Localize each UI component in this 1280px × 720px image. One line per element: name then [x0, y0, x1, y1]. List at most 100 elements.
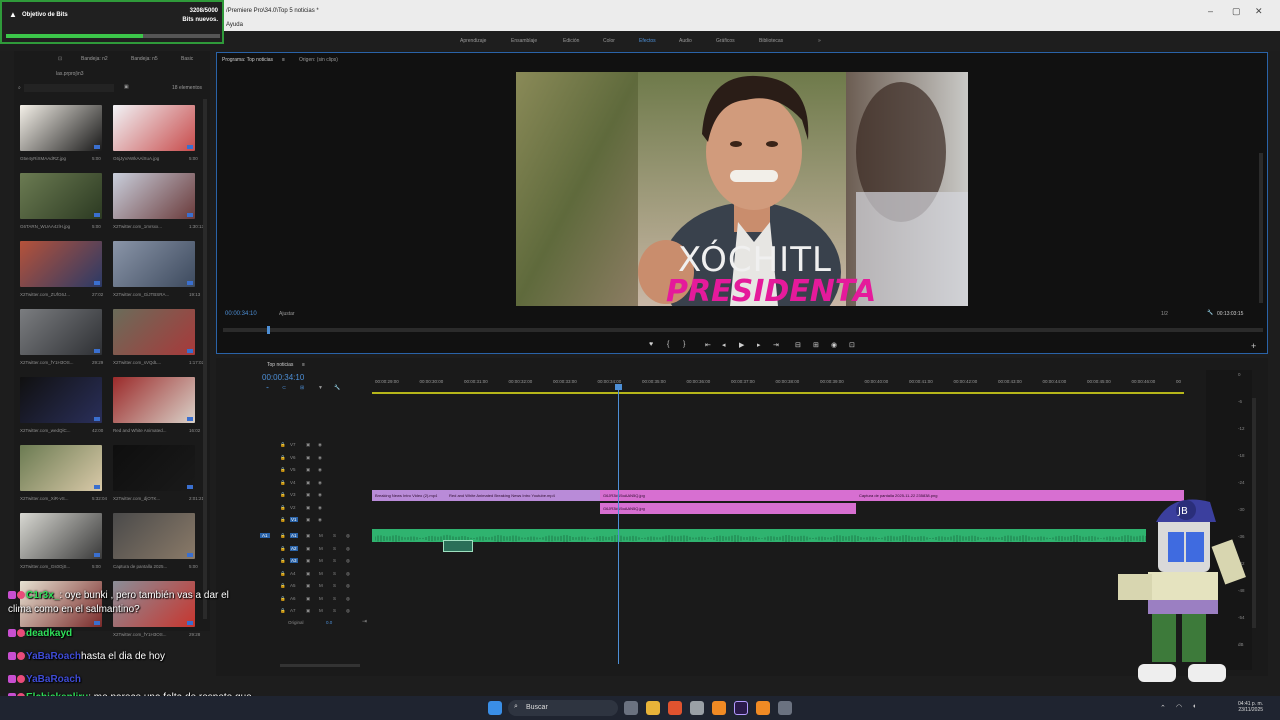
app-icon[interactable] [690, 701, 704, 715]
mute-button[interactable]: M [319, 608, 323, 613]
solo-button[interactable]: S [333, 583, 336, 588]
video-track-label[interactable]: V6 [290, 455, 296, 460]
menu-help[interactable]: Ayuda [226, 22, 243, 28]
mute-button[interactable]: M [319, 533, 323, 538]
project-thumbnail[interactable] [113, 377, 195, 423]
play-icon[interactable]: ▶ [739, 341, 744, 349]
video-track-label[interactable]: V3 [290, 492, 296, 497]
track-lock-icon[interactable]: 🔒 [280, 583, 286, 589]
eye-icon[interactable]: ◉ [318, 505, 322, 511]
track-lock-icon[interactable]: 🔒 [280, 455, 286, 461]
marker-icon[interactable]: ♥ [649, 341, 653, 348]
audio-track-label[interactable]: A4 [290, 571, 296, 576]
track-lock-icon[interactable]: 🔒 [280, 442, 286, 448]
app-orange2-icon[interactable] [756, 701, 770, 715]
project-tab-icon[interactable]: ⊡ [58, 56, 62, 62]
app-gray-icon[interactable] [778, 701, 792, 715]
program-tab-menu-icon[interactable]: ≡ [282, 57, 285, 63]
timeline-clip[interactable]: Breaking News Intro Video (2).mp4 [372, 490, 446, 501]
track-lock-icon[interactable]: 🔒 [280, 558, 286, 564]
lift-icon[interactable]: ⊟ [795, 341, 801, 349]
wrench-icon[interactable]: 🔧 [334, 385, 340, 391]
video-track-label[interactable]: V5 [290, 467, 296, 472]
project-thumbnail[interactable] [20, 445, 102, 491]
sync-lock-icon[interactable]: ▣ [306, 517, 310, 523]
close-icon[interactable]: ✕ [1255, 6, 1263, 17]
eye-icon[interactable]: ◉ [318, 492, 322, 498]
project-thumbnail[interactable] [20, 377, 102, 423]
track-lock-icon[interactable]: 🔒 [280, 596, 286, 602]
video-track-label[interactable]: V2 [290, 505, 296, 510]
sync-lock-icon[interactable]: ▣ [306, 442, 310, 448]
voice-over-icon[interactable]: ◍ [346, 596, 350, 602]
program-timecode[interactable]: 00:00:34:10 [225, 311, 257, 317]
project-thumbnail[interactable] [113, 105, 195, 151]
wrench-icon[interactable]: 🔧 [1207, 310, 1213, 316]
marker-icon[interactable]: ▼ [318, 385, 323, 391]
voice-over-icon[interactable]: ◍ [346, 583, 350, 589]
sync-lock-icon[interactable]: ▣ [306, 505, 310, 511]
eye-icon[interactable]: ◉ [318, 480, 322, 486]
project-thumbnail[interactable] [113, 173, 195, 219]
timeline-scrollbar[interactable] [1252, 398, 1256, 628]
project-thumbnail[interactable] [20, 513, 102, 559]
solo-button[interactable]: S [333, 608, 336, 613]
sync-lock-icon[interactable]: ▣ [306, 467, 310, 473]
video-track-label[interactable]: V1 [290, 517, 298, 522]
sync-lock-icon[interactable]: ▣ [306, 596, 310, 602]
audio-clip[interactable] [372, 529, 1146, 542]
mute-button[interactable]: M [319, 596, 323, 601]
solo-button[interactable]: S [333, 546, 336, 551]
mute-button[interactable]: M [319, 571, 323, 576]
go-to-in-icon[interactable]: ⇤ [705, 341, 711, 349]
sync-lock-icon[interactable]: ▣ [306, 571, 310, 577]
extract-icon[interactable]: ⊞ [813, 341, 819, 349]
track-lock-icon[interactable]: 🔒 [280, 492, 286, 498]
project-thumbnail[interactable] [113, 445, 195, 491]
workspace-tab-3[interactable]: Color [603, 38, 615, 44]
go-to-out-icon[interactable]: ⇥ [773, 341, 779, 349]
fit-dropdown[interactable]: Ajustar [279, 311, 295, 317]
timeline-tab-menu-icon[interactable]: ≡ [302, 362, 305, 368]
source-patch-a1[interactable]: A1 [260, 533, 270, 538]
maximize-icon[interactable]: ▢ [1232, 6, 1241, 17]
project-thumbnail[interactable] [113, 241, 195, 287]
mute-button[interactable]: M [319, 583, 323, 588]
program-playhead[interactable] [267, 326, 270, 334]
workspace-tab-6[interactable]: Gráficos [716, 38, 735, 44]
workspace-tab-2[interactable]: Edición [563, 38, 579, 44]
project-thumbnail[interactable] [20, 105, 102, 151]
voice-over-icon[interactable]: ◍ [346, 558, 350, 564]
workspace-tab-1[interactable]: Ensamblaje [511, 38, 537, 44]
project-thumbnail[interactable] [20, 309, 102, 355]
track-lock-icon[interactable]: 🔒 [280, 480, 286, 486]
audio-track-label[interactable]: A5 [290, 583, 296, 588]
solo-button[interactable]: S [333, 533, 336, 538]
taskbar-search[interactable]: ⌕ Buscar [508, 700, 618, 716]
go-to-end-icon[interactable]: ⇥ [362, 618, 367, 625]
track-lock-icon[interactable]: 🔒 [280, 467, 286, 473]
sync-lock-icon[interactable]: ▣ [306, 492, 310, 498]
project-scrollbar[interactable] [203, 99, 207, 619]
track-lock-icon[interactable]: 🔒 [280, 571, 286, 577]
project-tab-bin1[interactable]: Bandeja: n2 [81, 56, 108, 62]
start-icon[interactable] [488, 701, 502, 715]
project-thumbnail[interactable] [113, 309, 195, 355]
step-back-icon[interactable]: ◂ [722, 341, 726, 349]
mute-button[interactable]: M [319, 558, 323, 563]
timeline-tab[interactable]: Top noticias [267, 362, 293, 368]
insert-icon[interactable]: ⊞ [300, 385, 304, 391]
voice-over-icon[interactable]: ◍ [346, 546, 350, 552]
app-orange-icon[interactable] [712, 701, 726, 715]
timeline-timecode[interactable]: 00:00:34:10 [262, 373, 304, 382]
timeline-clip[interactable]: G6JR3kU5oAAN5Q.jpg [600, 503, 856, 514]
eye-icon[interactable]: ◉ [318, 467, 322, 473]
project-search-input[interactable] [24, 84, 114, 92]
linked-selection-icon[interactable]: ⊂ [282, 385, 286, 391]
track-lock-icon[interactable]: 🔒 [280, 608, 286, 614]
new-bin-icon[interactable]: ▣ [124, 84, 129, 90]
tray-chevron-icon[interactable]: ⌃ [1160, 704, 1166, 712]
timeline-zoom-scrollbar[interactable] [280, 664, 360, 667]
source-tab[interactable]: Origen: (sin clips) [299, 57, 338, 63]
track-lock-icon[interactable]: 🔒 [280, 505, 286, 511]
